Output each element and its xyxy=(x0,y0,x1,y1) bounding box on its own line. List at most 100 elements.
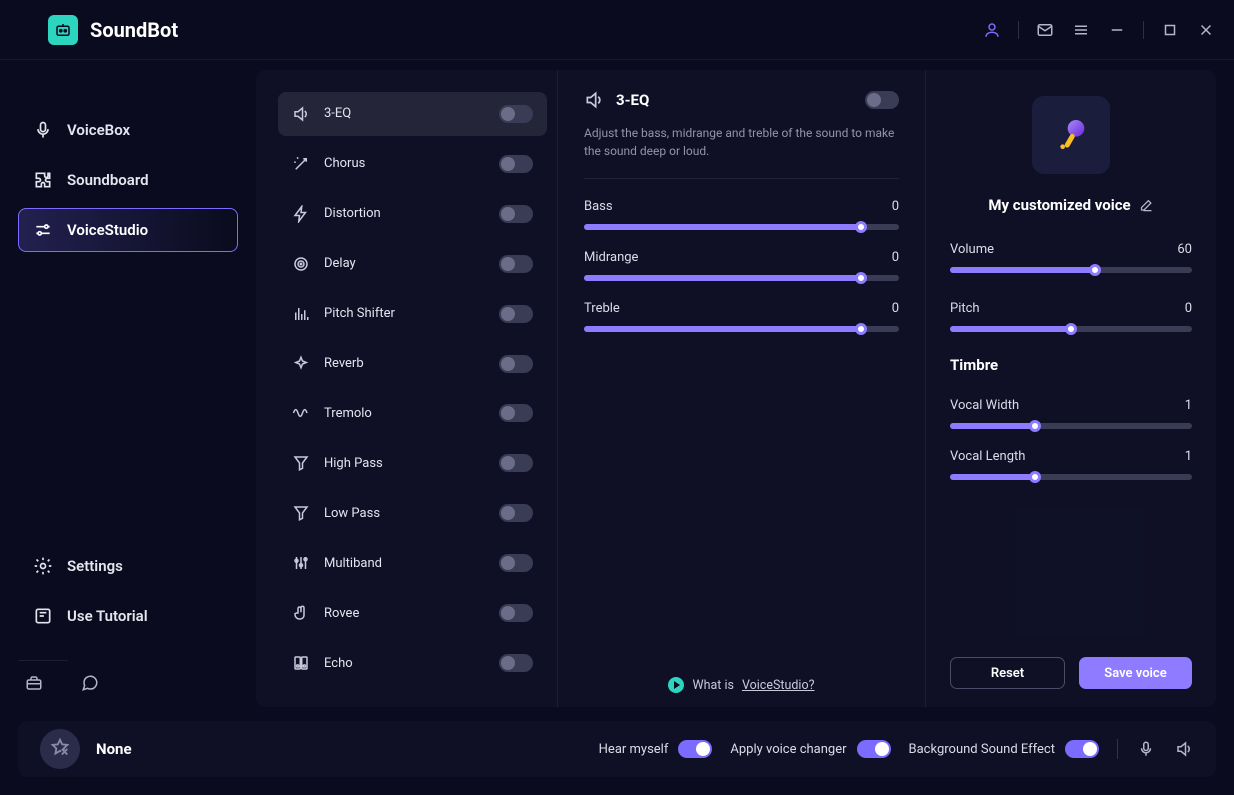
speaker-settings-icon[interactable] xyxy=(1174,739,1194,759)
effect-label: Reverb xyxy=(324,356,485,371)
effect-multiband[interactable]: Multiband xyxy=(278,541,547,585)
titlebar-actions xyxy=(982,20,1216,40)
effect-toggle[interactable] xyxy=(499,454,533,472)
voice-title: My customized voice xyxy=(988,196,1130,214)
sidebar: VoiceBox Soundboard VoiceStudio Settings Us… xyxy=(0,70,256,707)
current-voice-avatar[interactable] xyxy=(40,729,80,769)
effect-label: Echo xyxy=(324,656,485,671)
effect-3-eq[interactable]: 3-EQ xyxy=(278,92,547,136)
content: 3-EQ Chorus Distortion Delay Pitch Shifter Re… xyxy=(256,70,1216,707)
slider-label: Bass xyxy=(584,199,613,214)
slider-track[interactable] xyxy=(584,275,899,281)
feedback-icon[interactable] xyxy=(80,673,100,693)
hand-icon xyxy=(292,604,310,622)
effect-high-pass[interactable]: High Pass xyxy=(278,441,547,485)
effect-low-pass[interactable]: Low Pass xyxy=(278,491,547,535)
edit-icon[interactable] xyxy=(1139,198,1154,213)
effect-reverb[interactable]: Reverb xyxy=(278,342,547,386)
effect-label: 3-EQ xyxy=(324,106,485,121)
sidebar-item-label: Settings xyxy=(67,557,123,575)
effects-list: 3-EQ Chorus Distortion Delay Pitch Shifter Re… xyxy=(256,70,558,707)
effect-rovee[interactable]: Rovee xyxy=(278,591,547,635)
effect-toggle[interactable] xyxy=(499,554,533,572)
effect-toggle[interactable] xyxy=(499,654,533,672)
slider-track[interactable] xyxy=(950,326,1192,332)
slider-thumb[interactable] xyxy=(1029,471,1041,483)
toggle[interactable] xyxy=(857,740,891,758)
effect-toggle[interactable] xyxy=(499,255,533,273)
sidebar-item-label: Use Tutorial xyxy=(67,607,148,625)
toggle[interactable] xyxy=(1065,740,1099,758)
effect-toggle[interactable] xyxy=(499,404,533,422)
effect-toggle[interactable] xyxy=(499,305,533,323)
slider-thumb[interactable] xyxy=(1065,323,1077,335)
eq-bass: Bass0 xyxy=(584,199,899,230)
slider-track[interactable] xyxy=(950,423,1192,429)
help-link[interactable]: VoiceStudio? xyxy=(742,678,815,693)
eq-icon xyxy=(292,554,310,572)
sidebar-item-use-tutorial[interactable]: Use Tutorial xyxy=(18,594,238,638)
sliders-icon xyxy=(33,220,53,240)
reset-button[interactable]: Reset xyxy=(950,657,1065,689)
voicestudio-help[interactable]: What is VoiceStudio? xyxy=(584,659,899,693)
effect-label: Delay xyxy=(324,256,485,271)
slider-thumb[interactable] xyxy=(1029,420,1041,432)
maximize-icon[interactable] xyxy=(1160,20,1180,40)
account-icon[interactable] xyxy=(982,20,1002,40)
divider xyxy=(1117,739,1118,759)
minimize-icon[interactable] xyxy=(1107,20,1127,40)
spiral-icon xyxy=(292,255,310,273)
effect-toggle[interactable] xyxy=(499,504,533,522)
effect-title: 3-EQ xyxy=(616,91,853,109)
sidebar-item-settings[interactable]: Settings xyxy=(18,544,238,588)
effect-toggle[interactable] xyxy=(499,155,533,173)
effect-chorus[interactable]: Chorus xyxy=(278,142,547,186)
slider-thumb[interactable] xyxy=(1089,264,1101,276)
sidebar-item-voicestudio[interactable]: VoiceStudio xyxy=(18,208,238,252)
effect-enable-toggle[interactable] xyxy=(865,91,899,109)
effect-toggle[interactable] xyxy=(499,205,533,223)
mail-icon[interactable] xyxy=(1035,20,1055,40)
effect-label: Multiband xyxy=(324,556,485,571)
effect-toggle[interactable] xyxy=(499,604,533,622)
status-toggle-hear-myself: Hear myself xyxy=(599,740,713,758)
effect-echo[interactable]: Echo xyxy=(278,641,547,685)
slider-track[interactable] xyxy=(950,267,1192,273)
timbre-vocal-width: Vocal Width1 xyxy=(950,398,1192,429)
sidebar-item-soundboard[interactable]: Soundboard xyxy=(18,158,238,202)
close-icon[interactable] xyxy=(1196,20,1216,40)
voice-avatar xyxy=(1032,96,1110,174)
effect-toggle[interactable] xyxy=(499,355,533,373)
save-voice-button[interactable]: Save voice xyxy=(1079,657,1192,689)
briefcase-icon[interactable] xyxy=(24,673,44,693)
effect-label: Distortion xyxy=(324,206,485,221)
slider-value: 1 xyxy=(1185,398,1192,413)
slider-thumb[interactable] xyxy=(855,272,867,284)
slider-value: 0 xyxy=(892,250,899,265)
eq-midrange: Midrange0 xyxy=(584,250,899,281)
slider-label: Pitch xyxy=(950,301,980,316)
timbre-vocal-length: Vocal Length1 xyxy=(950,449,1192,480)
effect-distortion[interactable]: Distortion xyxy=(278,192,547,236)
puzzle-icon xyxy=(33,170,53,190)
sidebar-item-voicebox[interactable]: VoiceBox xyxy=(18,108,238,152)
slider-track[interactable] xyxy=(950,474,1192,480)
effect-label: Pitch Shifter xyxy=(324,306,485,321)
effect-pitch-shifter[interactable]: Pitch Shifter xyxy=(278,292,547,336)
slider-track[interactable] xyxy=(584,326,899,332)
book-icon xyxy=(33,606,53,626)
toggle[interactable] xyxy=(678,740,712,758)
slider-track[interactable] xyxy=(584,224,899,230)
wand-icon xyxy=(292,155,310,173)
eq-treble: Treble0 xyxy=(584,301,899,332)
mic-settings-icon[interactable] xyxy=(1136,739,1156,759)
menu-icon[interactable] xyxy=(1071,20,1091,40)
speaker-icon xyxy=(584,90,604,110)
slider-thumb[interactable] xyxy=(855,221,867,233)
effect-toggle[interactable] xyxy=(499,105,533,123)
divider xyxy=(18,660,68,661)
slider-thumb[interactable] xyxy=(855,323,867,335)
effect-tremolo[interactable]: Tremolo xyxy=(278,392,547,436)
slider-label: Treble xyxy=(584,301,620,316)
effect-delay[interactable]: Delay xyxy=(278,242,547,286)
